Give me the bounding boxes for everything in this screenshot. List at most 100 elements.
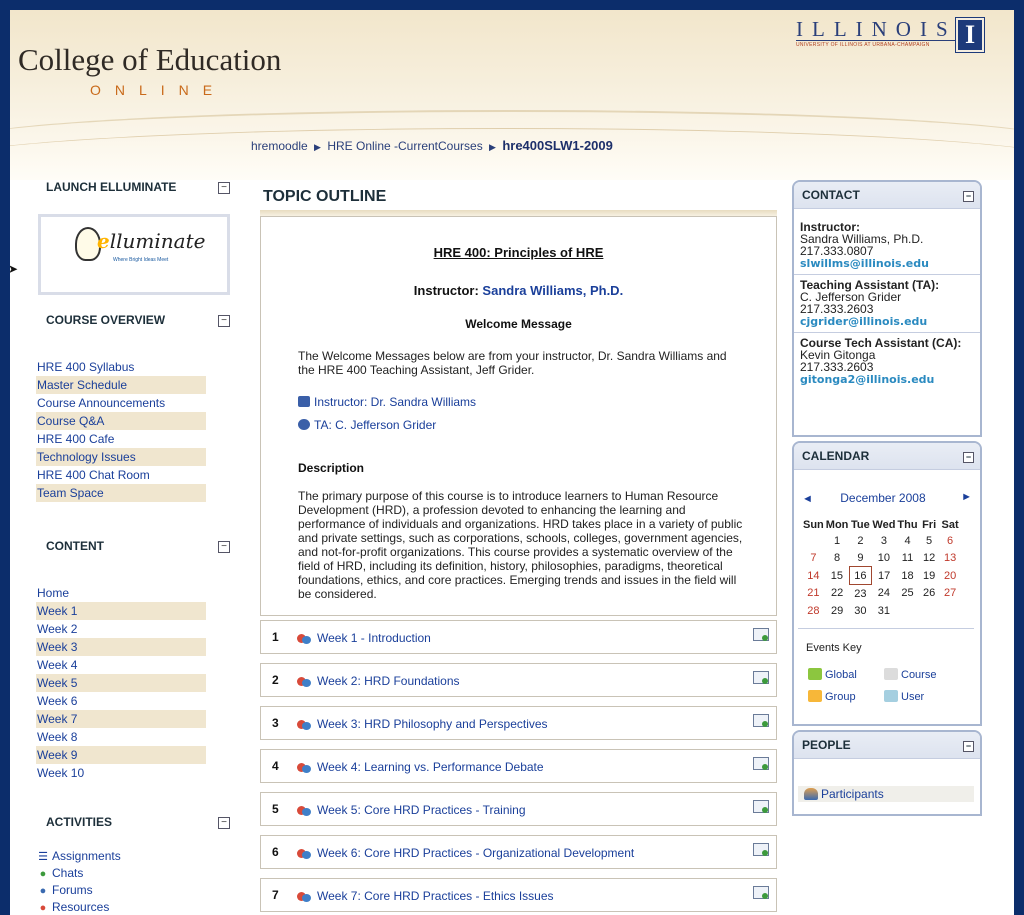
collapse-icon[interactable]: − bbox=[218, 315, 230, 327]
calendar-day: 1 bbox=[834, 534, 841, 547]
add-resource-icon[interactable] bbox=[753, 628, 769, 641]
collapse-icon[interactable]: − bbox=[218, 817, 230, 829]
calendar-day: 26 bbox=[922, 587, 936, 600]
collapse-icon[interactable]: − bbox=[218, 541, 230, 553]
prev-month-icon[interactable]: ◄ bbox=[802, 493, 813, 505]
nav-course-announcements[interactable]: Course Announcements bbox=[36, 394, 206, 412]
nav-week[interactable]: Week 9 bbox=[36, 746, 206, 764]
content-list: Home Week 1 Week 2 Week 3 Week 4 Week 5 … bbox=[36, 584, 206, 782]
instructor-line: Instructor: Sandra Williams, Ph.D. bbox=[261, 283, 776, 298]
nav-cafe[interactable]: HRE 400 Cafe bbox=[36, 430, 206, 448]
college-logo-title[interactable]: College of Education bbox=[18, 42, 281, 78]
collapse-icon[interactable]: − bbox=[218, 182, 230, 194]
contact-instructor: Instructor: Sandra Williams, Ph.D. 217.3… bbox=[794, 209, 980, 275]
nav-week[interactable]: Week 7 bbox=[36, 710, 206, 728]
calendar-day: 4 bbox=[904, 534, 911, 547]
assignment-icon: ☰ bbox=[38, 851, 48, 863]
breadcrumb: hremoodle ▶ HRE Online -CurrentCourses ▶… bbox=[251, 138, 613, 153]
add-resource-icon[interactable] bbox=[753, 671, 769, 684]
illinois-block-i-icon[interactable]: I bbox=[955, 17, 985, 53]
collapse-icon[interactable]: − bbox=[963, 741, 974, 752]
illinois-logo[interactable]: ILLINOIS UNIVERSITY OF ILLINOIS AT URBAN… bbox=[796, 18, 956, 48]
activity-resources[interactable]: ● Resources bbox=[36, 899, 121, 915]
nav-week[interactable]: Week 3 bbox=[36, 638, 206, 656]
nav-week[interactable]: Week 2 bbox=[36, 620, 206, 638]
add-resource-icon[interactable] bbox=[753, 800, 769, 813]
collapse-icon[interactable]: − bbox=[963, 452, 974, 463]
calendar-day: 2 bbox=[857, 534, 864, 547]
event-key-label: User bbox=[901, 691, 925, 703]
calendar-divider bbox=[798, 628, 974, 629]
breadcrumb-item[interactable]: HRE Online -CurrentCourses bbox=[327, 139, 482, 153]
event-key-global[interactable]: Global bbox=[808, 668, 857, 681]
nav-team-space[interactable]: Team Space bbox=[36, 484, 206, 502]
next-month-icon[interactable]: ► bbox=[961, 491, 972, 503]
global-event-icon bbox=[808, 668, 822, 680]
add-resource-icon[interactable] bbox=[753, 843, 769, 856]
event-key-group[interactable]: Group bbox=[808, 690, 856, 703]
nav-technology-issues[interactable]: Technology Issues bbox=[36, 448, 206, 466]
calendar-day: 22 bbox=[830, 587, 844, 600]
calendar-nav: ◄ December 2008 ► bbox=[802, 491, 972, 505]
elluminate-launch-link[interactable]: elluminate Where Bright Ideas Meet bbox=[38, 214, 230, 295]
activity-assignments[interactable]: ☰ Assignments bbox=[36, 848, 121, 865]
nav-week[interactable]: Week 6 bbox=[36, 692, 206, 710]
nav-week[interactable]: Week 1 bbox=[36, 602, 206, 620]
week-link[interactable]: Week 2: HRD Foundations bbox=[317, 674, 460, 688]
nav-master-schedule[interactable]: Master Schedule bbox=[36, 376, 206, 394]
illinois-wordmark: ILLINOIS bbox=[796, 17, 957, 41]
instructor-link[interactable]: Sandra Williams, Ph.D. bbox=[482, 283, 623, 298]
resource-icon bbox=[297, 847, 311, 859]
contact-phone: 217.333.2603 bbox=[800, 302, 874, 316]
week-link[interactable]: Week 3: HRD Philosophy and Perspectives bbox=[317, 717, 548, 731]
nav-home[interactable]: Home bbox=[36, 584, 206, 602]
activity-label: Assignments bbox=[52, 849, 121, 863]
nav-chat-room[interactable]: HRE 400 Chat Room bbox=[36, 466, 206, 484]
weekday-label: Sat bbox=[941, 518, 959, 531]
nav-week[interactable]: Week 5 bbox=[36, 674, 206, 692]
week-link[interactable]: Week 5: Core HRD Practices - Training bbox=[317, 803, 526, 817]
course-event-icon bbox=[884, 668, 898, 680]
week-link[interactable]: Week 6: Core HRD Practices - Organizatio… bbox=[317, 846, 634, 860]
calendar-day: 5 bbox=[926, 534, 933, 547]
week-number: 5 bbox=[272, 802, 279, 816]
course-overview-title: COURSE OVERVIEW bbox=[46, 313, 166, 327]
week-number: 6 bbox=[272, 845, 279, 859]
calendar-month-link[interactable]: December 2008 bbox=[840, 491, 925, 505]
group-event-icon bbox=[808, 690, 822, 702]
ta-message-link[interactable]: TA: C. Jefferson Grider bbox=[298, 418, 436, 432]
week-link[interactable]: Week 7: Core HRD Practices - Ethics Issu… bbox=[317, 889, 554, 903]
college-logo-online: ONLINE bbox=[90, 82, 227, 98]
contact-email-link[interactable]: cjgrider@illinois.edu bbox=[800, 315, 927, 328]
contact-phone: 217.333.0807 bbox=[800, 244, 874, 258]
launch-elluminate-title: LAUNCH ELLUMINATE bbox=[46, 180, 177, 194]
resource-icon: ● bbox=[39, 902, 47, 914]
week-link[interactable]: Week 1 - Introduction bbox=[317, 631, 431, 645]
participants-link[interactable]: Participants bbox=[798, 786, 974, 802]
nav-week[interactable]: Week 8 bbox=[36, 728, 206, 746]
nav-syllabus[interactable]: HRE 400 Syllabus bbox=[36, 358, 206, 376]
add-resource-icon[interactable] bbox=[753, 886, 769, 899]
content-title: CONTENT bbox=[46, 539, 104, 553]
calendar-day: 11 bbox=[901, 551, 914, 564]
nav-course-qa[interactable]: Course Q&A bbox=[36, 412, 206, 430]
calendar-day: 8 bbox=[834, 551, 841, 564]
nav-week[interactable]: Week 10 bbox=[36, 764, 206, 782]
nav-week[interactable]: Week 4 bbox=[36, 656, 206, 674]
instructor-message-link[interactable]: Instructor: Dr. Sandra Williams bbox=[298, 395, 476, 409]
contact-email-link[interactable]: slwillms@illinois.edu bbox=[800, 257, 929, 270]
add-resource-icon[interactable] bbox=[753, 714, 769, 727]
week-link[interactable]: Week 4: Learning vs. Performance Debate bbox=[317, 760, 544, 774]
event-key-user[interactable]: User bbox=[884, 690, 924, 703]
add-resource-icon[interactable] bbox=[753, 757, 769, 770]
activity-forums[interactable]: ● Forums bbox=[36, 882, 121, 899]
week-section: 4 Week 4: Learning vs. Performance Debat… bbox=[260, 749, 777, 783]
activity-chats[interactable]: ● Chats bbox=[36, 865, 121, 882]
calendar-day: 13 bbox=[943, 551, 957, 564]
contact-email-link[interactable]: gitonga2@illinois.edu bbox=[800, 373, 934, 386]
pointer-arrow-icon: ➤ bbox=[10, 262, 19, 276]
collapse-icon[interactable]: − bbox=[963, 191, 974, 202]
event-key-course[interactable]: Course bbox=[884, 668, 936, 681]
breadcrumb-item[interactable]: hremoodle bbox=[251, 139, 308, 153]
contact-title: CONTACT bbox=[802, 188, 860, 202]
